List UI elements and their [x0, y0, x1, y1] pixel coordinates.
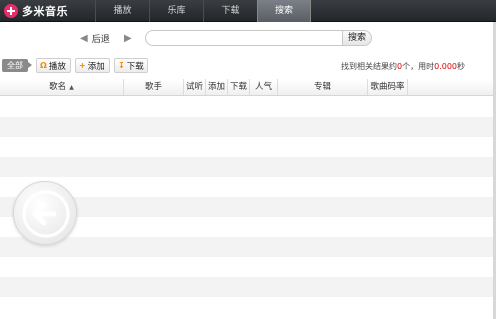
tab-play[interactable]: 播放	[95, 0, 149, 22]
result-toolbar: 全部 Ω 播放 + 添加 ↧ 下载 找到相关结果约0个，用时0.000秒	[0, 58, 496, 74]
app-title: 多米音乐	[22, 5, 68, 18]
result-time: 0.000	[434, 62, 457, 71]
download-icon: ↧	[118, 61, 125, 70]
column-header-song-name[interactable]: 歌名 ▲	[0, 79, 124, 95]
app-logo: 多米音乐	[4, 3, 68, 19]
plus-icon: +	[79, 61, 86, 70]
domi-logo-icon	[4, 4, 18, 18]
arrow-right-icon: ▶	[124, 32, 132, 44]
forward-button[interactable]: ▶	[124, 31, 136, 45]
column-header-listen[interactable]: 试听	[184, 79, 206, 95]
download-label: 下载	[126, 61, 144, 72]
circle-back-arrow-icon	[22, 190, 70, 238]
table-row	[0, 157, 496, 177]
main-tabs: 播放 乐库 下载 搜索	[95, 0, 311, 22]
floating-back-button[interactable]	[13, 181, 77, 245]
play-label: 播放	[48, 61, 66, 72]
back-label: 后退	[91, 34, 110, 45]
tab-download[interactable]: 下载	[203, 0, 257, 22]
table-row	[0, 277, 496, 297]
search-input[interactable]	[145, 30, 343, 46]
column-header-bitrate[interactable]: 歌曲码率	[368, 79, 408, 95]
result-prefix: 找到相关结果约	[341, 62, 397, 71]
table-row	[0, 137, 496, 157]
result-mid: 个，用时	[402, 62, 435, 71]
sort-up-icon: ▲	[69, 84, 74, 91]
headphones-icon: Ω	[40, 61, 47, 70]
tab-library[interactable]: 乐库	[149, 0, 203, 22]
column-header-artist[interactable]: 歌手	[124, 79, 184, 95]
result-suffix: 秒	[457, 62, 465, 71]
download-button[interactable]: ↧ 下载	[114, 58, 148, 73]
column-header-popularity[interactable]: 人气	[250, 79, 278, 95]
search-button[interactable]: 搜索	[342, 30, 372, 46]
table-row	[0, 97, 496, 117]
select-all-button[interactable]: 全部	[2, 59, 32, 72]
tab-search[interactable]: 搜索	[257, 0, 311, 22]
back-button[interactable]: ◀ 后退	[80, 31, 110, 45]
column-song-name-label: 歌名	[49, 82, 67, 92]
search-row: ◀ 后退 ▶ 搜索	[0, 28, 496, 48]
table-row	[0, 257, 496, 277]
column-header-add[interactable]: 添加	[206, 79, 228, 95]
add-label: 添加	[87, 61, 105, 72]
results-table-header: 歌名 ▲ 歌手 试听 添加 下载 人气 专辑 歌曲码率	[0, 79, 496, 96]
play-button[interactable]: Ω 播放	[36, 58, 71, 73]
add-button[interactable]: + 添加	[75, 58, 110, 73]
table-row	[0, 297, 496, 317]
column-header-album[interactable]: 专辑	[278, 79, 368, 95]
column-header-download[interactable]: 下载	[228, 79, 250, 95]
table-row	[0, 117, 496, 137]
result-summary: 找到相关结果约0个，用时0.000秒	[341, 61, 465, 72]
top-bar: 多米音乐 播放 乐库 下载 搜索	[0, 0, 496, 22]
arrow-left-icon: ◀	[80, 32, 88, 44]
